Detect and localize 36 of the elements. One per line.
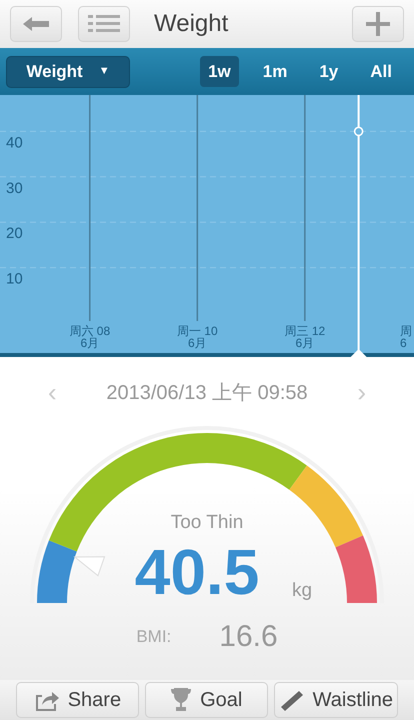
- weight-value: 40.5: [134, 536, 260, 608]
- goal-button[interactable]: Goal: [144, 682, 268, 718]
- y-tick-label: 10: [6, 270, 23, 288]
- x-tick-label: 周: [400, 324, 412, 338]
- date-time: 2013/06/13 上午 09:58: [106, 380, 308, 406]
- y-tick-label: 30: [6, 180, 23, 197]
- share-icon: [34, 689, 60, 711]
- range-tab[interactable]: All: [362, 56, 400, 88]
- bmi-label: BMI:: [136, 626, 172, 648]
- back-arrow-icon: [23, 17, 49, 31]
- x-tick-label: 周一 10: [176, 324, 218, 338]
- add-button[interactable]: [352, 6, 404, 42]
- unit-label: kg: [292, 580, 312, 601]
- x-tick-label: 6月: [188, 336, 207, 350]
- back-button[interactable]: [10, 6, 62, 42]
- x-tick-label: 周六 08: [69, 324, 110, 338]
- x-tick-label: 6月: [296, 336, 314, 350]
- bmi-value: 16.6: [219, 619, 278, 655]
- waistline-button[interactable]: Waistline: [274, 682, 398, 718]
- x-tick-label: 6月: [80, 336, 100, 350]
- screen-title: Weight: [154, 9, 230, 39]
- menu-button[interactable]: [78, 6, 130, 42]
- plus-icon: [366, 12, 390, 36]
- share-button[interactable]: Share: [16, 682, 139, 718]
- range-tab[interactable]: 1m: [254, 56, 296, 88]
- data-point: [354, 126, 364, 136]
- weight-status: Too Thin: [170, 512, 244, 533]
- menu-icon: [88, 15, 120, 33]
- y-tick-label: 20: [6, 225, 23, 242]
- x-tick-label: 6: [400, 336, 407, 350]
- trophy-icon: [170, 687, 192, 713]
- metric-dropdown[interactable]: Weight ▼: [6, 56, 130, 88]
- range-tab[interactable]: 1w: [200, 56, 239, 88]
- range-tab[interactable]: 1y: [311, 56, 346, 88]
- y-tick-label: 40: [6, 134, 23, 152]
- x-tick-label: 周三 12: [284, 324, 326, 338]
